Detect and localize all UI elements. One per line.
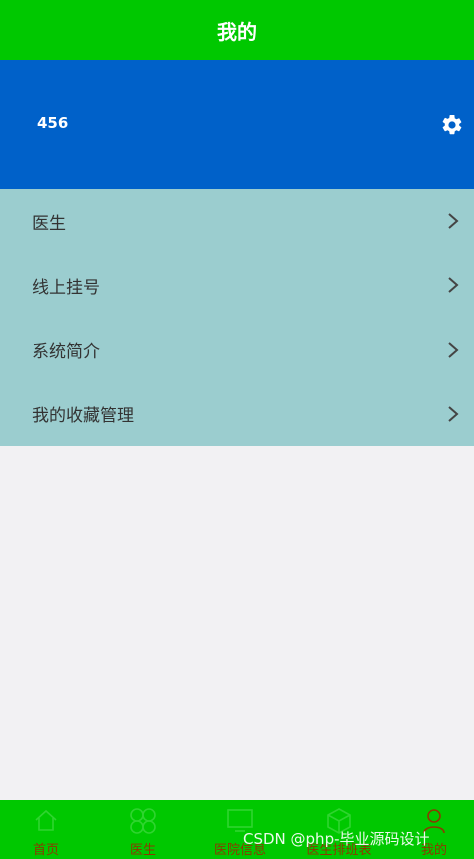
menu-item-label: 系统简介 bbox=[32, 342, 100, 363]
page-header: 我的 bbox=[0, 0, 474, 60]
menu-item-online-registration[interactable]: 线上挂号 bbox=[0, 253, 474, 317]
csdn-watermark: CSDN @php-毕业源码设计 bbox=[243, 830, 430, 848]
clover-icon bbox=[130, 808, 156, 834]
chevron-right-icon bbox=[448, 341, 459, 358]
menu-list: 医生 线上挂号 系统简介 我的收藏管理 bbox=[0, 189, 474, 446]
tab-doctor[interactable]: 医生 bbox=[111, 800, 175, 859]
home-icon bbox=[35, 809, 57, 831]
profile-card: 456 bbox=[0, 60, 474, 189]
tab-label: 医生 bbox=[129, 843, 156, 858]
menu-item-doctor[interactable]: 医生 bbox=[0, 189, 474, 253]
chevron-right-icon bbox=[448, 213, 459, 229]
menu-item-label: 医生 bbox=[32, 213, 66, 234]
menu-item-system-intro[interactable]: 系统简介 bbox=[0, 318, 474, 382]
menu-item-my-favorites[interactable]: 我的收藏管理 bbox=[0, 382, 474, 446]
username-label: 456 bbox=[37, 114, 69, 132]
menu-item-label: 我的收藏管理 bbox=[32, 406, 134, 427]
menu-item-label: 线上挂号 bbox=[32, 277, 100, 298]
gear-icon[interactable] bbox=[440, 113, 464, 137]
chevron-right-icon bbox=[448, 277, 459, 294]
tab-home[interactable]: 首页 bbox=[14, 800, 78, 859]
tab-label: 首页 bbox=[32, 843, 59, 858]
chevron-right-icon bbox=[448, 406, 459, 422]
page-title: 我的 bbox=[217, 19, 257, 44]
